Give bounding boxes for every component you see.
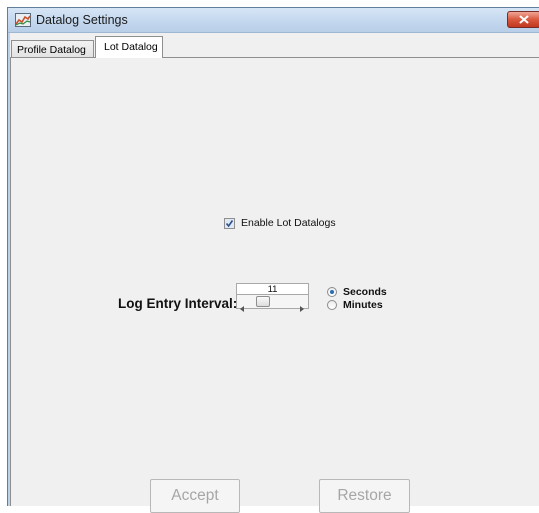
- tab-strip: Profile Datalog Lot Datalog: [10, 33, 539, 58]
- tab-lot-datalog[interactable]: Lot Datalog: [95, 36, 163, 58]
- tab-label: Profile Datalog: [17, 44, 86, 56]
- tab-profile-datalog[interactable]: Profile Datalog: [11, 40, 94, 57]
- title-bar[interactable]: Datalog Settings: [8, 8, 539, 33]
- slider-thumb[interactable]: [256, 296, 270, 307]
- minutes-label: Minutes: [343, 299, 383, 311]
- unit-seconds-option[interactable]: Seconds: [327, 286, 387, 298]
- scroll-left-arrow-icon[interactable]: [240, 299, 244, 317]
- minutes-radio[interactable]: [327, 300, 337, 310]
- lot-datalog-panel: Enable Lot Datalogs Log Entry Interval: …: [10, 57, 539, 513]
- window-title: Datalog Settings: [36, 13, 128, 27]
- unit-minutes-option[interactable]: Minutes: [327, 299, 383, 311]
- seconds-radio[interactable]: [327, 287, 337, 297]
- scroll-right-arrow-icon[interactable]: [300, 299, 304, 317]
- restore-button[interactable]: Restore: [319, 479, 410, 513]
- datalog-app-icon: [15, 13, 31, 27]
- window-client-area: Profile Datalog Lot Datalog Enable Lot D…: [10, 33, 539, 513]
- datalog-settings-window: Datalog Settings Profile Datalog Lot Dat…: [7, 7, 539, 513]
- close-button[interactable]: [507, 11, 539, 28]
- close-icon: [519, 15, 529, 24]
- log-entry-interval-slider[interactable]: [236, 294, 309, 312]
- checkmark-icon: [225, 219, 234, 227]
- enable-lot-datalogs-option[interactable]: Enable Lot Datalogs: [224, 217, 336, 229]
- log-entry-interval-label: Log Entry Interval:: [118, 296, 238, 311]
- tab-label: Lot Datalog: [104, 41, 158, 53]
- enable-lot-datalogs-checkbox[interactable]: [224, 217, 235, 229]
- accept-button[interactable]: Accept: [150, 479, 240, 513]
- enable-lot-datalogs-label: Enable Lot Datalogs: [241, 217, 336, 229]
- seconds-label: Seconds: [343, 286, 387, 298]
